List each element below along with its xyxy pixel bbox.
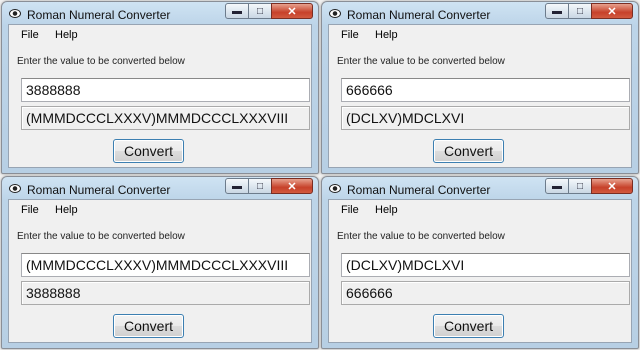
client-area: File Help Enter the value to be converte… bbox=[8, 199, 312, 343]
minimize-button[interactable]: ▬ bbox=[225, 178, 249, 194]
minimize-icon: ▬ bbox=[232, 180, 242, 192]
client-area: File Help Enter the value to be converte… bbox=[8, 24, 312, 168]
menu-bar: File Help bbox=[329, 200, 631, 220]
minimize-button[interactable]: ▬ bbox=[545, 178, 569, 194]
window-title: Roman Numeral Converter bbox=[347, 183, 491, 197]
close-button[interactable]: ✕ bbox=[271, 178, 313, 194]
convert-button[interactable]: Convert bbox=[113, 139, 184, 163]
menu-help[interactable]: Help bbox=[55, 204, 78, 216]
close-button[interactable]: ✕ bbox=[591, 3, 633, 19]
menu-bar: File Help bbox=[329, 25, 631, 45]
maximize-icon: □ bbox=[576, 5, 584, 17]
converter-window-bottom-right: Roman Numeral Converter ▬ □ ✕ File Help … bbox=[321, 176, 639, 349]
app-icon bbox=[329, 9, 341, 18]
menu-file[interactable]: File bbox=[341, 29, 359, 41]
app-icon bbox=[329, 184, 341, 193]
menu-bar: File Help bbox=[9, 200, 311, 220]
window-title: Roman Numeral Converter bbox=[347, 8, 491, 22]
minimize-button[interactable]: ▬ bbox=[225, 3, 249, 19]
close-button[interactable]: ✕ bbox=[591, 178, 633, 194]
minimize-button[interactable]: ▬ bbox=[545, 3, 569, 19]
value-input[interactable]: (DCLXV)MDCLXVI bbox=[341, 253, 630, 277]
maximize-button[interactable]: □ bbox=[568, 3, 592, 19]
maximize-icon: □ bbox=[256, 5, 264, 17]
app-icon bbox=[9, 9, 21, 18]
minimize-icon: ▬ bbox=[552, 180, 562, 192]
convert-button[interactable]: Convert bbox=[113, 314, 184, 338]
convert-button[interactable]: Convert bbox=[433, 139, 504, 163]
menu-help[interactable]: Help bbox=[375, 204, 398, 216]
menu-bar: File Help bbox=[9, 25, 311, 45]
minimize-icon: ▬ bbox=[552, 5, 562, 17]
prompt-label: Enter the value to be converted below bbox=[17, 231, 185, 242]
value-input[interactable]: (MMMDCCCLXXXV)MMMDCCCLXXXVIII bbox=[21, 253, 310, 277]
prompt-label: Enter the value to be converted below bbox=[337, 231, 505, 242]
client-area: File Help Enter the value to be converte… bbox=[328, 24, 632, 168]
menu-help[interactable]: Help bbox=[55, 29, 78, 41]
menu-file[interactable]: File bbox=[21, 204, 39, 216]
converter-window-top-right: Roman Numeral Converter ▬ □ ✕ File Help … bbox=[321, 1, 639, 174]
maximize-icon: □ bbox=[576, 180, 584, 192]
close-icon: ✕ bbox=[287, 5, 297, 18]
window-title: Roman Numeral Converter bbox=[27, 8, 171, 22]
caption-buttons: ▬ □ ✕ bbox=[225, 178, 313, 196]
maximize-button[interactable]: □ bbox=[568, 178, 592, 194]
close-button[interactable]: ✕ bbox=[271, 3, 313, 19]
result-field: (DCLXV)MDCLXVI bbox=[341, 106, 630, 130]
app-icon bbox=[9, 184, 21, 193]
caption-buttons: ▬ □ ✕ bbox=[545, 178, 633, 196]
prompt-label: Enter the value to be converted below bbox=[337, 56, 505, 67]
result-field: (MMMDCCCLXXXV)MMMDCCCLXXXVIII bbox=[21, 106, 310, 130]
window-title: Roman Numeral Converter bbox=[27, 183, 171, 197]
close-icon: ✕ bbox=[607, 5, 617, 18]
value-input[interactable]: 666666 bbox=[341, 78, 630, 102]
convert-button[interactable]: Convert bbox=[433, 314, 504, 338]
maximize-icon: □ bbox=[256, 180, 264, 192]
close-icon: ✕ bbox=[287, 180, 297, 193]
client-area: File Help Enter the value to be converte… bbox=[328, 199, 632, 343]
menu-help[interactable]: Help bbox=[375, 29, 398, 41]
minimize-icon: ▬ bbox=[232, 5, 242, 17]
maximize-button[interactable]: □ bbox=[248, 3, 272, 19]
close-icon: ✕ bbox=[607, 180, 617, 193]
converter-window-bottom-left: Roman Numeral Converter ▬ □ ✕ File Help … bbox=[1, 176, 319, 349]
menu-file[interactable]: File bbox=[341, 204, 359, 216]
result-field: 3888888 bbox=[21, 281, 310, 305]
caption-buttons: ▬ □ ✕ bbox=[545, 3, 633, 21]
menu-file[interactable]: File bbox=[21, 29, 39, 41]
value-input[interactable]: 3888888 bbox=[21, 78, 310, 102]
prompt-label: Enter the value to be converted below bbox=[17, 56, 185, 67]
caption-buttons: ▬ □ ✕ bbox=[225, 3, 313, 21]
converter-window-top-left: Roman Numeral Converter ▬ □ ✕ File Help … bbox=[1, 1, 319, 174]
result-field: 666666 bbox=[341, 281, 630, 305]
maximize-button[interactable]: □ bbox=[248, 178, 272, 194]
